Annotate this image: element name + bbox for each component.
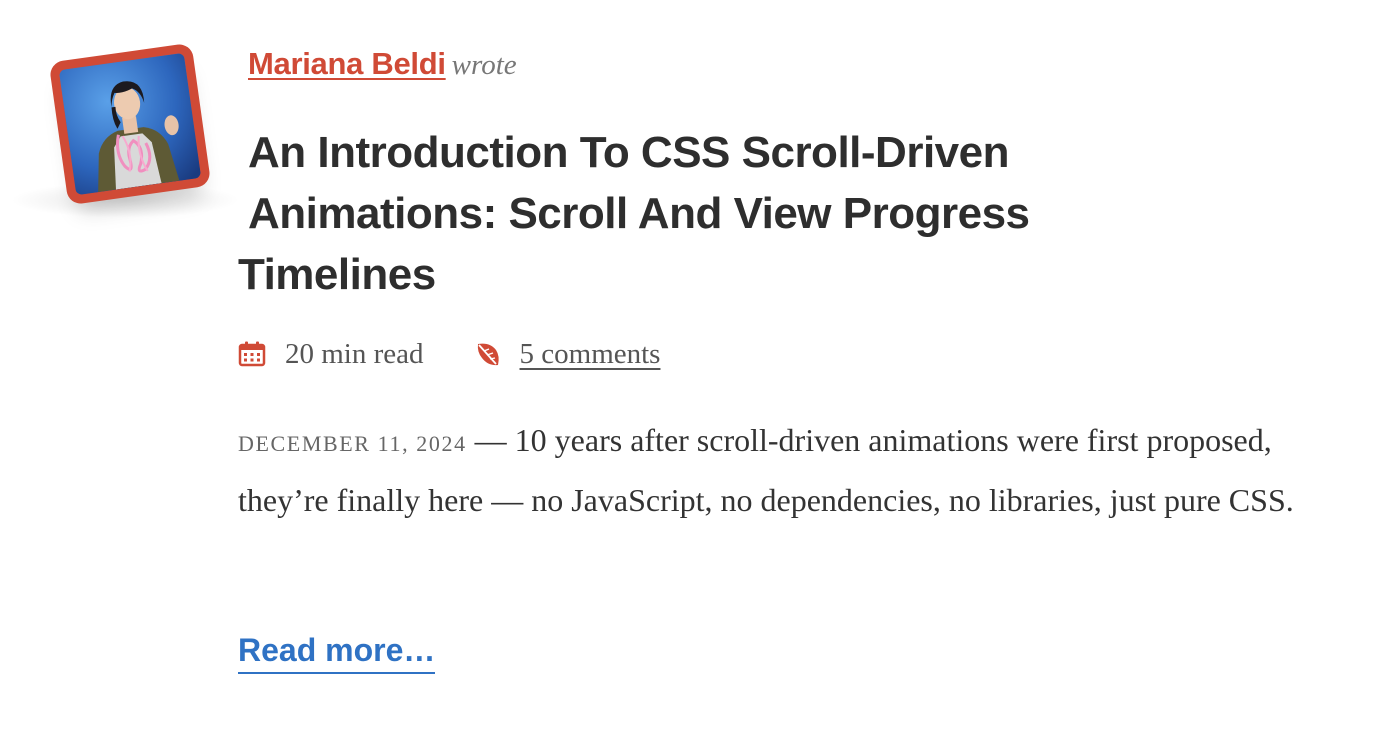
read-more-link[interactable]: Read more… [238, 628, 436, 674]
article-meta: 20 min read 5 comments [238, 334, 660, 374]
date-separator: — [466, 422, 515, 458]
title-line-1: An Introduction To CSS Scroll-Driven [248, 128, 1009, 177]
avatar [58, 52, 202, 196]
comments-link[interactable]: 5 comments [520, 338, 661, 371]
read-time-label: 20 min read [285, 337, 424, 370]
comments[interactable]: 5 comments [424, 338, 661, 371]
article-title[interactable]: An Introduction To CSS Scroll-Driven Ani… [238, 122, 1158, 305]
author-avatar-frame[interactable] [48, 42, 212, 206]
read-time: 20 min read [238, 338, 424, 371]
comment-leaf-icon [477, 343, 499, 366]
byline: Mariana Beldi wrote [248, 44, 517, 85]
byline-suffix: wrote [451, 49, 517, 81]
title-line-3: Timelines [238, 250, 436, 299]
calendar-icon [238, 341, 266, 367]
article-excerpt: December 11, 2024 — 10 years after scrol… [238, 412, 1298, 529]
title-line-2: Animations: Scroll And View Progress [248, 189, 1030, 238]
publish-date: December 11, 2024 [238, 431, 467, 456]
author-link[interactable]: Mariana Beldi [248, 46, 446, 81]
author-photo [58, 52, 202, 196]
